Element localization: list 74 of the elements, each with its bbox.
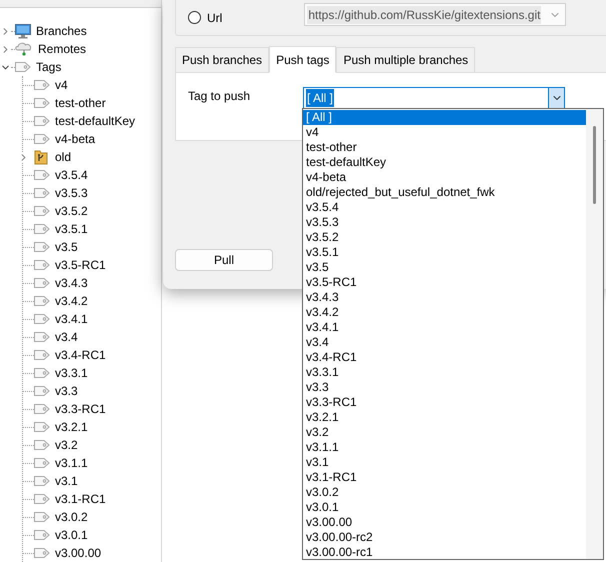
tree-item[interactable]: v4-beta <box>55 130 96 148</box>
tree-item[interactable]: v3.5.4 <box>55 166 88 184</box>
tree-item[interactable]: v3.1 <box>55 472 78 490</box>
dropdown-item[interactable]: v3.5.4 <box>303 200 586 215</box>
dropdown-item[interactable]: v3.4 <box>303 335 586 350</box>
tree-item[interactable]: v3.5 <box>55 238 78 256</box>
monitor-icon <box>15 24 31 38</box>
tree-item[interactable]: v3.1.1 <box>55 454 88 472</box>
dropdown-item[interactable]: v3.1-RC1 <box>303 470 586 485</box>
dropdown-item[interactable]: v3.00.00 <box>303 515 586 530</box>
tree-item[interactable]: v3.4-RC1 <box>55 346 106 364</box>
tab[interactable]: Push tags <box>269 46 336 73</box>
dropdown-item[interactable]: v3.5.3 <box>303 215 586 230</box>
dropdown-item[interactable]: old/rejected_but_useful_dotnet_fwk <box>303 185 586 200</box>
tree-item[interactable]: Branches <box>36 22 87 40</box>
tree-item[interactable]: v3.2 <box>55 436 78 454</box>
dropdown-item[interactable]: v4 <box>303 125 586 140</box>
scrollbar[interactable] <box>586 109 603 559</box>
tree-item[interactable]: v3.5.1 <box>55 220 88 238</box>
tag-to-push-label: Tag to push <box>188 88 252 105</box>
tab[interactable]: Push branches <box>175 47 270 72</box>
dropdown-item[interactable]: v3.1 <box>303 455 586 470</box>
dropdown-item[interactable]: v3.4.2 <box>303 305 586 320</box>
dropdown-item[interactable]: v3.4.3 <box>303 290 586 305</box>
tree-item[interactable]: v3.3-RC1 <box>55 400 106 418</box>
tree-item[interactable]: v3.1-RC1 <box>55 490 106 508</box>
pull-button[interactable]: Pull <box>175 249 273 271</box>
tab[interactable]: Push multiple branches <box>336 47 476 72</box>
tag-combo[interactable]: [ All ] <box>303 87 565 109</box>
dropdown-item[interactable]: v3.4.1 <box>303 320 586 335</box>
scroll-thumb[interactable] <box>593 126 596 204</box>
dropdown-item[interactable]: v3.2.1 <box>303 410 586 425</box>
tree-item[interactable]: test-defaultKey <box>55 112 136 130</box>
tree-item[interactable]: Tags <box>36 58 62 76</box>
dropdown-item[interactable]: v4-beta <box>303 170 586 185</box>
tree-item[interactable]: old <box>55 148 72 166</box>
tag-icon <box>15 61 31 73</box>
cloud-icon <box>15 42 33 56</box>
tree-item[interactable]: v3.00.00 <box>55 544 102 562</box>
dropdown-item[interactable]: v3.2 <box>303 425 586 440</box>
tree-item[interactable]: v3.4.3 <box>55 274 88 292</box>
tree-item[interactable]: v3.3 <box>55 382 78 400</box>
folder-icon <box>34 149 48 165</box>
tree-item[interactable]: v3.5.3 <box>55 184 88 202</box>
dropdown-item[interactable]: v3.3 <box>303 380 586 395</box>
tree-item[interactable]: v3.5-RC1 <box>55 256 106 274</box>
tree-item[interactable]: Remotes <box>38 40 86 58</box>
dropdown-item[interactable]: v3.0.2 <box>303 485 586 500</box>
dropdown-item[interactable]: v3.00.00-rc1 <box>303 545 586 560</box>
url-label: Url <box>207 10 222 26</box>
tree-item[interactable]: v3.0.1 <box>55 526 88 544</box>
tree-item[interactable]: v3.4.2 <box>55 292 88 310</box>
tree-item[interactable]: v3.3.1 <box>55 364 88 382</box>
dropdown-item[interactable]: v3.3-RC1 <box>303 395 586 410</box>
tree-item[interactable]: v3.5.2 <box>55 202 88 220</box>
tree-item[interactable]: v3.0.2 <box>55 508 88 526</box>
dropdown-item[interactable]: v3.1.1 <box>303 440 586 455</box>
dropdown-item[interactable]: v3.5-RC1 <box>303 275 586 290</box>
tree-item[interactable]: test-other <box>55 94 106 112</box>
dropdown-item[interactable]: v3.5 <box>303 260 586 275</box>
dropdown-item[interactable]: v3.00.00-rc2 <box>303 530 586 545</box>
dropdown-item[interactable]: test-other <box>303 140 586 155</box>
radio-button[interactable] <box>188 11 201 24</box>
tree-item[interactable]: v3.4.1 <box>55 310 88 328</box>
dropdown-item[interactable]: v3.4-RC1 <box>303 350 586 365</box>
tree-item[interactable]: v3.4 <box>55 328 78 346</box>
tree-item[interactable]: v3.2.1 <box>55 418 88 436</box>
tree-item[interactable]: v4 <box>55 76 68 94</box>
dropdown-item[interactable]: v3.0.1 <box>303 500 586 515</box>
dropdown-item[interactable]: v3.3.1 <box>303 365 586 380</box>
dropdown-item[interactable]: test-defaultKey <box>303 155 586 170</box>
dropdown-item[interactable]: v3.5.1 <box>303 245 586 260</box>
dropdown-item[interactable]: v3.5.2 <box>303 230 586 245</box>
dropdown-item[interactable]: [ All ] <box>303 110 586 125</box>
